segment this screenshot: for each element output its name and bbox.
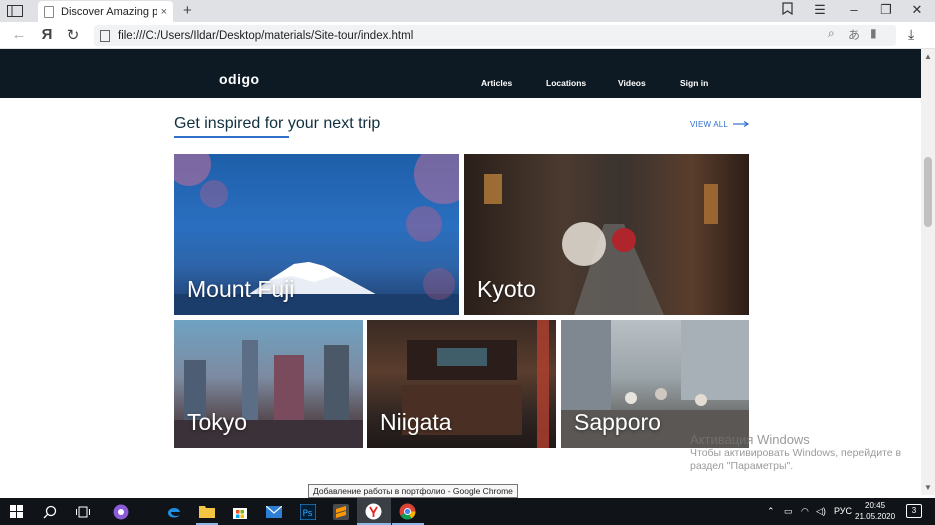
destination-card-kyoto[interactable]: Kyoto [464, 154, 749, 315]
destination-card-tokyo[interactable]: Tokyo [174, 320, 363, 448]
svg-text:Ps: Ps [302, 509, 312, 519]
minimize-icon[interactable]: – [844, 2, 864, 17]
restore-icon[interactable]: ❐ [876, 2, 896, 18]
close-window-icon[interactable]: ✕ [907, 2, 927, 18]
tab-title: Discover Amazing places [61, 5, 157, 18]
tab-close-icon[interactable]: × [161, 6, 167, 18]
bookmark-icon[interactable]: ▮ [870, 26, 877, 40]
page-scrollbar[interactable]: ▲ ▼ [921, 49, 935, 495]
windows-taskbar: Ps ⌃ ▭ ◠ ◁) РУС 20:45 21.05.2020 3 [0, 498, 935, 525]
search-taskbar-icon[interactable] [40, 502, 59, 521]
yandex-logo-icon[interactable]: Я [38, 26, 56, 43]
page-favicon-icon [44, 5, 54, 18]
site-header: odigo Articles Locations Videos Sign in [0, 49, 921, 98]
notifications-icon[interactable]: 3 [906, 504, 922, 518]
taskbar-tooltip: Добавление работы в портфолио - Google C… [308, 484, 518, 498]
nav-locations[interactable]: Locations [546, 78, 586, 88]
mail-icon[interactable] [264, 502, 283, 521]
section-title: Get inspired for your next trip [174, 115, 381, 132]
activation-line-2: раздел "Параметры". [690, 460, 794, 472]
nav-articles[interactable]: Articles [481, 78, 512, 88]
translate-icon[interactable]: あ [848, 26, 860, 43]
browser-tab[interactable]: Discover Amazing places × [38, 1, 173, 22]
card-label-sapporo: Sapporo [574, 409, 661, 435]
nav-sign-in[interactable]: Sign in [680, 78, 708, 88]
back-icon[interactable]: ← [10, 26, 28, 43]
download-icon[interactable]: ⤓ [908, 26, 914, 43]
reload-icon[interactable]: ↻ [64, 26, 82, 44]
destination-card-niigata[interactable]: Niigata [367, 320, 556, 448]
view-all-link[interactable]: VIEW ALL [690, 120, 728, 129]
chrome-icon[interactable] [398, 502, 417, 521]
card-label-mount-fuji: Mount Fuji [187, 276, 295, 302]
sidebar-toggle-icon[interactable] [6, 3, 24, 19]
card-label-kyoto: Kyoto [477, 276, 536, 302]
activation-line-1: Чтобы активировать Windows, перейдите в [690, 447, 902, 459]
activation-title: Активация Windows [690, 432, 810, 447]
store-icon[interactable] [230, 502, 249, 521]
battery-icon[interactable]: ▭ [784, 506, 793, 517]
clock-date: 21.05.2020 [855, 512, 896, 521]
scroll-thumb[interactable] [924, 157, 932, 227]
title-underline [174, 136, 289, 138]
windows-activation-watermark: Активация Windows Чтобы активировать Win… [690, 432, 901, 473]
task-view-icon[interactable] [73, 502, 92, 521]
language-indicator[interactable]: РУС [834, 506, 852, 516]
file-icon [100, 29, 110, 42]
search-icon[interactable]: ⌕ [828, 26, 835, 41]
bookmarks-icon[interactable] [777, 2, 797, 18]
network-icon[interactable]: ◠ [801, 506, 809, 517]
sublime-text-icon[interactable] [331, 502, 350, 521]
page-viewport: odigo Articles Locations Videos Sign in … [0, 49, 935, 495]
photoshop-icon[interactable]: Ps [298, 502, 317, 521]
file-explorer-icon[interactable] [197, 502, 216, 521]
clock-time: 20:45 [865, 501, 886, 510]
arrow-right-icon[interactable] [733, 121, 749, 127]
destination-card-sapporo[interactable]: Sapporo [561, 320, 749, 448]
tab-bar: Discover Amazing places × + ☰ – ❐ ✕ [0, 0, 935, 22]
scroll-down-icon[interactable]: ▼ [924, 483, 932, 492]
url-field[interactable]: file:///C:/Users/Ildar/Desktop/materials… [94, 25, 896, 46]
start-windows-icon[interactable] [7, 502, 26, 521]
card-label-niigata: Niigata [380, 409, 452, 435]
menu-icon[interactable]: ☰ [810, 2, 830, 18]
scroll-up-icon[interactable]: ▲ [924, 52, 932, 61]
address-bar: ← Я ↻ file:///C:/Users/Ildar/Desktop/mat… [0, 22, 935, 49]
site-logo[interactable]: odigo [219, 71, 260, 87]
url-text: file:///C:/Users/Ildar/Desktop/materials… [118, 29, 414, 42]
clock[interactable]: 20:45 21.05.2020 [855, 500, 895, 522]
volume-icon[interactable]: ◁) [816, 506, 826, 517]
nav-videos[interactable]: Videos [618, 78, 646, 88]
tray-chevron-icon[interactable]: ⌃ [767, 506, 775, 517]
yandex-browser-icon[interactable] [364, 502, 383, 521]
edge-browser-icon[interactable] [164, 502, 183, 521]
card-label-tokyo: Tokyo [187, 409, 248, 435]
new-tab-button[interactable]: + [183, 2, 192, 19]
cortana-icon[interactable] [111, 502, 130, 521]
destination-card-mount-fuji[interactable]: Mount Fuji [174, 154, 459, 315]
